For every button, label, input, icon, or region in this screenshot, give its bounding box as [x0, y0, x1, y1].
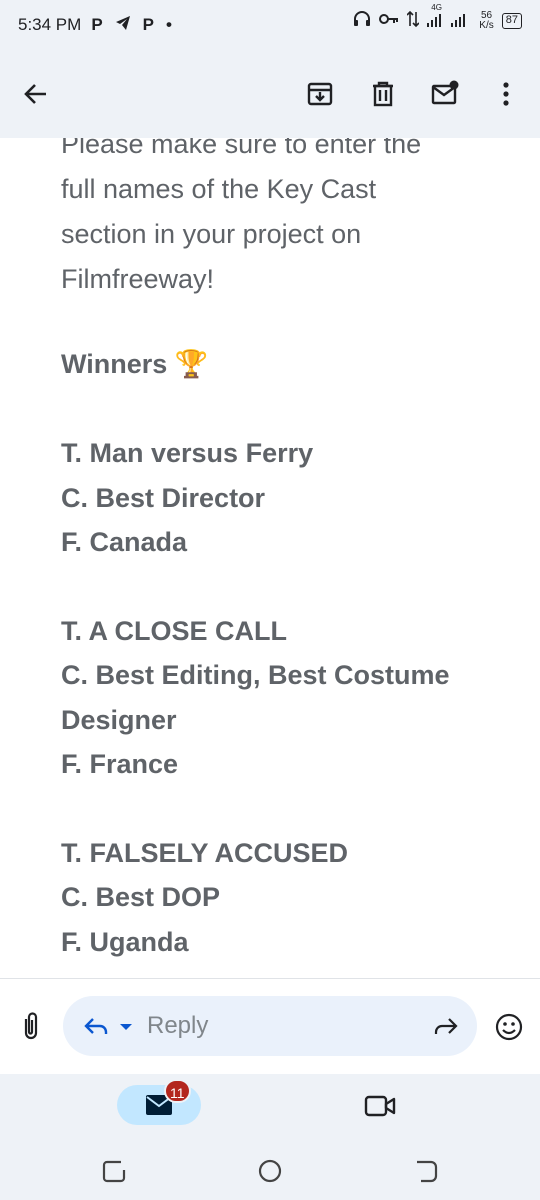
status-right: 4G 56 K/s 87 — [353, 3, 522, 31]
winner-country: F. Canada — [61, 527, 188, 557]
unread-badge: 11 — [164, 1079, 191, 1103]
recents-icon[interactable] — [101, 1158, 127, 1184]
back-nav-icon[interactable] — [413, 1158, 439, 1184]
notification-icons: P P • — [91, 15, 172, 36]
winner-entry: T. Man versus Ferry C. Best Director F. … — [61, 431, 510, 565]
vpn-key-icon — [379, 13, 399, 28]
winner-category: C. Best Editing, Best Costume Designer — [61, 660, 450, 735]
winner-title: T. FALSELY ACCUSED — [61, 837, 349, 868]
intro-line: Filmfreeway! — [61, 264, 215, 294]
mark-unread-icon[interactable] — [431, 80, 459, 108]
reply-placeholder: Reply — [147, 1012, 209, 1039]
forward-icon[interactable] — [433, 1014, 459, 1038]
reply-field[interactable]: Reply — [63, 996, 477, 1056]
winner-category: C. Best Director — [61, 482, 266, 513]
attachment-icon[interactable] — [18, 1011, 44, 1041]
intro-line: section in your project on — [61, 219, 362, 249]
bottom-navigation: 11 — [0, 1074, 540, 1142]
system-navigation — [0, 1142, 540, 1200]
back-arrow-icon[interactable] — [22, 80, 50, 108]
dot-icon: • — [166, 15, 172, 34]
winner-entry: T. FALSELY ACCUSED C. Best DOP F. Uganda — [61, 831, 510, 965]
winner-title: T. Man versus Ferry — [61, 438, 314, 468]
more-vert-icon[interactable] — [492, 80, 520, 108]
email-app-bar — [0, 50, 540, 138]
headset-icon — [353, 11, 371, 30]
reply-icon[interactable] — [83, 1014, 109, 1038]
winner-country: F. France — [61, 749, 179, 779]
data-arrows-icon — [406, 10, 420, 31]
battery-indicator: 87 — [501, 12, 522, 29]
speed-unit: K/s — [479, 19, 494, 31]
emoji-icon[interactable] — [495, 1013, 523, 1041]
home-icon[interactable] — [257, 1158, 283, 1184]
winner-entry: T. A CLOSE CALL C. Best Editing, Best Co… — [61, 609, 510, 787]
status-bar: 5:34 PM P P • 4G 56 K/s 87 — [0, 0, 540, 50]
intro-line: Please make sure to enter the — [61, 138, 422, 159]
winner-category: C. Best DOP — [61, 882, 221, 912]
telegram-icon — [115, 15, 131, 36]
p-icon: P — [142, 15, 154, 34]
reply-bar: Reply — [0, 979, 540, 1074]
delete-icon[interactable] — [369, 80, 397, 108]
winner-title: T. A CLOSE CALL — [61, 615, 287, 646]
winners-heading: Winners 🏆 — [61, 349, 209, 379]
intro-paragraph: Please make sure to enter the full names… — [61, 138, 510, 302]
meet-video-icon[interactable] — [364, 1093, 396, 1119]
chevron-down-icon[interactable] — [119, 1022, 133, 1032]
signal-icon: 4G — [427, 3, 471, 30]
network-speed: 56 K/s — [479, 10, 494, 31]
status-time: 5:34 PM — [18, 15, 82, 34]
archive-icon[interactable] — [306, 80, 334, 108]
intro-line: full names of the Key Cast — [61, 174, 377, 204]
network-type: 4G — [431, 3, 442, 12]
p-icon: P — [91, 15, 103, 34]
winner-country: F. Uganda — [61, 926, 189, 957]
email-body: Please make sure to enter the full names… — [0, 138, 540, 978]
